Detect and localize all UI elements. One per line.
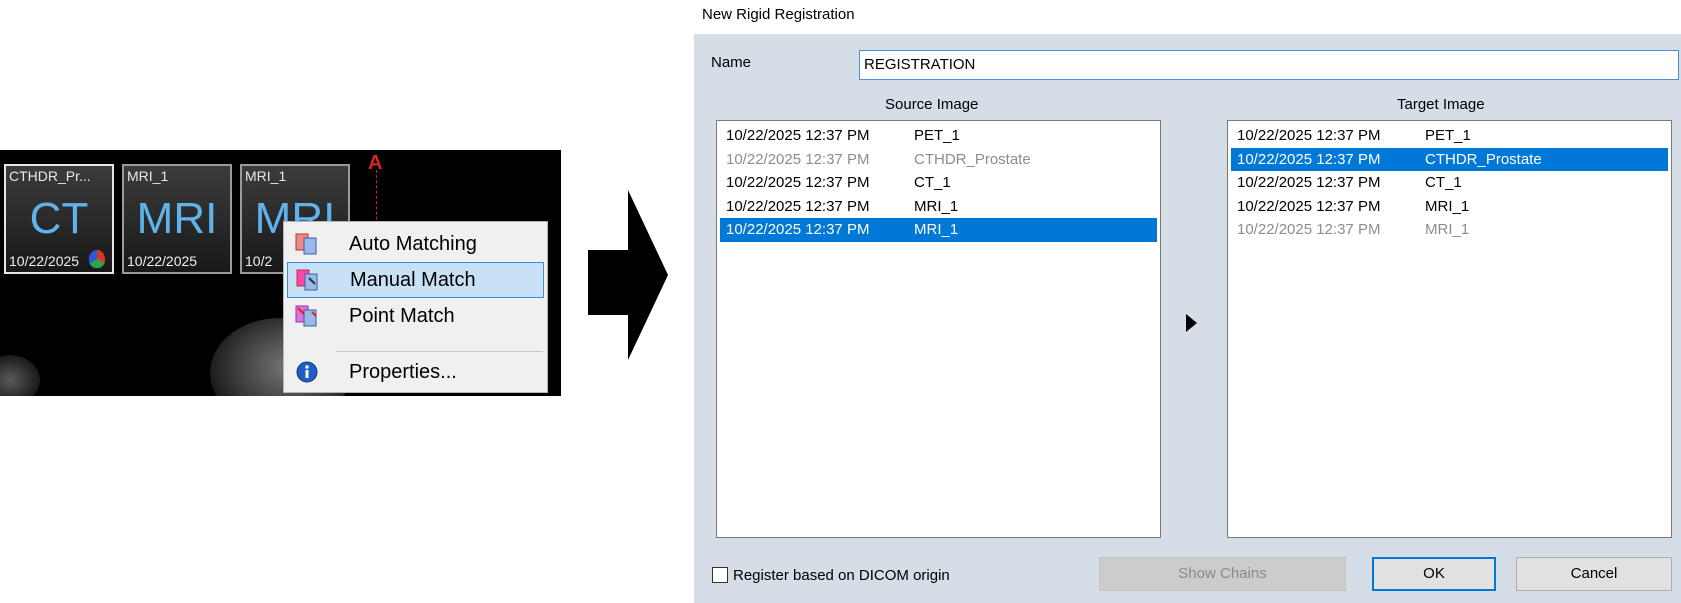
info-icon: [293, 359, 321, 385]
menu-item-point-match[interactable]: Point Match: [287, 298, 544, 334]
thumbnail-modality: CT: [29, 194, 89, 243]
flow-arrow-icon: [588, 190, 668, 360]
thumbnail-name: CTHDR_Pr...: [9, 168, 91, 184]
menu-separator: [336, 351, 543, 352]
list-item-name: MRI_1: [1425, 221, 1470, 239]
list-item-name: MRI_1: [1425, 197, 1470, 215]
list-item-date: 10/22/2025 12:37 PM: [726, 197, 870, 215]
cancel-button[interactable]: Cancel: [1516, 557, 1672, 591]
auto-matching-icon: [293, 231, 321, 257]
list-item-date: 10/22/2025 12:37 PM: [726, 174, 870, 192]
thumbnail-name: MRI_1: [127, 168, 169, 184]
menu-item-label: Auto Matching: [349, 232, 477, 255]
list-item-date: 10/22/2025 12:37 PM: [1237, 221, 1381, 239]
list-item-selected[interactable]: 10/22/2025 12:37 PM MRI_1: [720, 218, 1157, 242]
registration-dialog: Name REGISTRATION Source Image Target Im…: [694, 34, 1681, 603]
list-item-name: CT_1: [914, 174, 951, 192]
dicom-origin-checkbox[interactable]: [712, 567, 728, 583]
registration-name-field[interactable]: REGISTRATION: [859, 50, 1679, 80]
transfer-arrow-icon: [1186, 314, 1197, 332]
menu-item-label: Properties...: [349, 360, 457, 383]
list-item: 10/22/2025 12:37 PM MRI_1: [1231, 218, 1668, 242]
series-thumbnail-mri[interactable]: MRI_1 MRI 10/22/2025: [122, 164, 232, 274]
list-item[interactable]: 10/22/2025 12:37 PM MRI_1: [1231, 195, 1668, 219]
list-item[interactable]: 10/22/2025 12:37 PM PET_1: [720, 124, 1157, 148]
menu-item-properties[interactable]: Properties...: [287, 354, 544, 390]
list-item[interactable]: 10/22/2025 12:37 PM MRI_1: [720, 195, 1157, 219]
target-image-list[interactable]: 10/22/2025 12:37 PM PET_1 10/22/2025 12:3…: [1227, 120, 1672, 538]
thumbnail-date: 10/22/2025: [127, 253, 198, 269]
menu-item-label: Manual Match: [350, 268, 476, 291]
source-image-header: Source Image: [885, 96, 979, 113]
thumbnail-name: MRI_1: [245, 168, 287, 184]
list-item-name: CT_1: [1425, 174, 1462, 192]
list-item: 10/22/2025 12:37 PM CTHDR_Prostate: [720, 148, 1157, 172]
point-match-icon: [293, 303, 321, 329]
list-item-name: PET_1: [1425, 127, 1471, 145]
list-item[interactable]: 10/22/2025 12:37 PM PET_1: [1231, 124, 1668, 148]
list-item[interactable]: 10/22/2025 12:37 PM CT_1: [720, 171, 1157, 195]
list-item-name: MRI_1: [914, 221, 959, 239]
list-item-date: 10/22/2025 12:37 PM: [726, 127, 870, 145]
thumbnail-modality: MRI: [136, 194, 218, 243]
list-item-selected[interactable]: 10/22/2025 12:37 PM CTHDR_Prostate: [1231, 147, 1668, 171]
ok-button[interactable]: OK: [1372, 557, 1496, 591]
series-thumbnail-ct[interactable]: CTHDR_Pr... CT 10/22/2025: [4, 164, 114, 274]
list-item-name: CTHDR_Prostate: [914, 150, 1031, 168]
manual-match-icon: [294, 267, 322, 293]
list-item-date: 10/22/2025 12:37 PM: [1237, 127, 1381, 145]
dialog-title: New Rigid Registration: [702, 6, 855, 23]
list-item-date: 10/22/2025 12:37 PM: [1237, 150, 1381, 168]
scan-image-region-edge: [0, 355, 40, 396]
image-viewer: A CTHDR_Pr... CT 10/22/2025 MRI_1 MRI 10…: [0, 150, 561, 396]
target-image-header: Target Image: [1397, 96, 1485, 113]
list-item[interactable]: 10/22/2025 12:37 PM CT_1: [1231, 171, 1668, 195]
list-item-date: 10/22/2025 12:37 PM: [1237, 174, 1381, 192]
list-item-date: 10/22/2025 12:37 PM: [726, 221, 870, 239]
thumbnail-date: 10/2: [245, 253, 273, 269]
menu-item-manual-match[interactable]: Manual Match: [287, 262, 544, 298]
list-item-date: 10/22/2025 12:37 PM: [1237, 197, 1381, 215]
show-chains-button: Show Chains: [1099, 557, 1346, 591]
dicom-origin-label: Register based on DICOM origin: [733, 567, 950, 584]
name-label: Name: [711, 54, 752, 71]
menu-item-auto-matching[interactable]: Auto Matching: [287, 226, 544, 262]
source-image-list[interactable]: 10/22/2025 12:37 PM PET_1 10/22/2025 12:3…: [716, 120, 1161, 538]
menu-item-label: Point Match: [349, 304, 455, 327]
list-item-name: PET_1: [914, 127, 960, 145]
thumbnail-date: 10/22/2025: [9, 253, 80, 269]
context-menu: Auto Matching Manual Match Point Match P…: [283, 221, 548, 393]
list-item-name: MRI_1: [914, 197, 959, 215]
list-item-date: 10/22/2025 12:37 PM: [726, 150, 870, 168]
registration-badge-icon: [88, 249, 106, 269]
list-item-name: CTHDR_Prostate: [1425, 150, 1542, 168]
